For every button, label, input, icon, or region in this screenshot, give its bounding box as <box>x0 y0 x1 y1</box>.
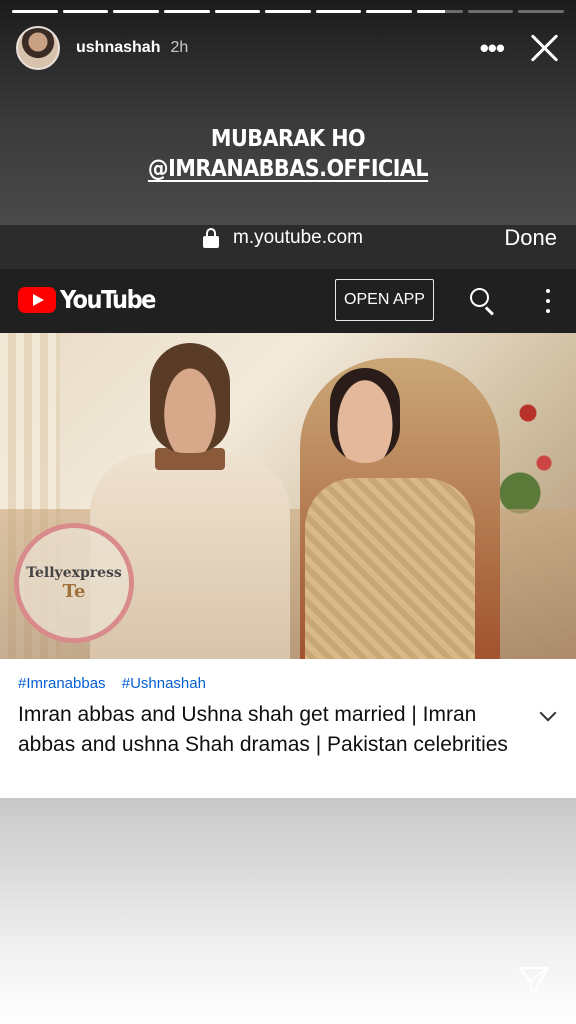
progress-segment <box>518 10 565 13</box>
hashtag-link[interactable]: #Imranabbas <box>18 675 106 692</box>
video-title: Imran abbas and Ushna shah get married |… <box>18 703 508 756</box>
bride-figure <box>300 358 500 659</box>
url-text[interactable]: m.youtube.com <box>233 227 363 249</box>
youtube-play-icon <box>18 286 56 313</box>
kebab-menu-icon[interactable] <box>545 289 551 313</box>
story-progress-bar <box>12 10 565 13</box>
post-time: 2h <box>170 39 189 56</box>
caption-line: MUBARAK HO <box>210 126 366 152</box>
video-player[interactable]: Tellyexpress Te <box>0 333 576 659</box>
hashtag-link[interactable]: #Ushnashah <box>122 675 206 692</box>
story-viewer: ushnashah 2h ••• MUBARAK HO @IMRANABBAS.… <box>0 0 576 1024</box>
more-options-icon[interactable]: ••• <box>480 35 505 61</box>
video-metadata: #Imranabbas #Ushnashah Imran abbas and U… <box>0 659 576 799</box>
chevron-down-icon[interactable] <box>539 704 557 722</box>
progress-segment <box>265 10 311 13</box>
search-icon[interactable] <box>470 288 496 316</box>
progress-segment <box>163 10 210 13</box>
progress-segment <box>467 10 514 13</box>
story-footer-area <box>0 798 576 1024</box>
url-bar: m.youtube.com Done <box>0 225 576 269</box>
close-icon[interactable] <box>528 32 560 64</box>
lock-icon <box>203 228 219 248</box>
open-app-button[interactable]: OPEN APP <box>335 279 434 321</box>
channel-watermark: Tellyexpress Te <box>14 523 134 643</box>
send-icon[interactable] <box>518 966 550 996</box>
youtube-header: YouTube OPEN APP <box>0 269 576 333</box>
story-header: ushnashah 2h ••• <box>16 24 560 72</box>
watermark-mark: Te <box>62 580 86 602</box>
username[interactable]: ushnashah <box>76 39 160 57</box>
youtube-logo[interactable]: YouTube <box>18 285 156 314</box>
mention-link[interactable]: @IMRANABBAS.OFFICIAL <box>0 154 576 184</box>
avatar[interactable] <box>16 26 60 70</box>
progress-segment <box>12 10 58 13</box>
progress-segment <box>366 10 413 13</box>
youtube-wordmark: YouTube <box>60 285 156 314</box>
progress-segment <box>417 10 463 13</box>
progress-segment <box>113 10 159 13</box>
progress-segment <box>214 10 261 13</box>
hashtags: #Imranabbas #Ushnashah <box>18 675 558 692</box>
watermark-text: Tellyexpress <box>26 564 122 581</box>
story-caption: MUBARAK HO @IMRANABBAS.OFFICIAL <box>0 124 576 184</box>
progress-segment <box>315 10 362 13</box>
progress-segment <box>62 10 109 13</box>
done-button[interactable]: Done <box>504 225 557 251</box>
